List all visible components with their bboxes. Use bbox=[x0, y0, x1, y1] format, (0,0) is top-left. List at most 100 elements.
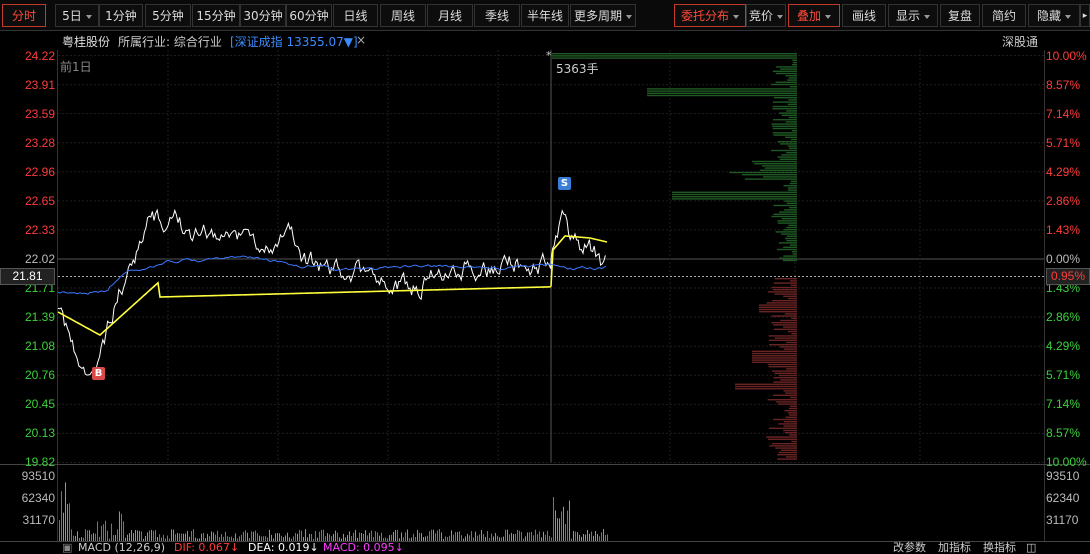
index-overlay-label[interactable]: [深证成指 13355.07▼] bbox=[230, 33, 358, 50]
tab-1min[interactable]: 1分钟 bbox=[99, 4, 143, 27]
volume-bar bbox=[401, 532, 402, 541]
window-control-icon[interactable]: ◫ bbox=[1026, 542, 1036, 554]
tab-quarterly[interactable]: 季线 bbox=[474, 4, 520, 27]
auction-button[interactable]: 竞价 bbox=[746, 4, 786, 27]
volume-bar bbox=[431, 529, 432, 541]
scroll-right-icon[interactable]: ▸ bbox=[1080, 4, 1090, 27]
volume-bar bbox=[191, 530, 192, 541]
tab-5day[interactable]: 5日 bbox=[55, 4, 99, 27]
bid-bar bbox=[768, 339, 797, 341]
volume-bar bbox=[545, 534, 546, 541]
ask-bar bbox=[786, 235, 797, 237]
tab-30min[interactable]: 30分钟 bbox=[240, 4, 286, 27]
tab-daily[interactable]: 日线 bbox=[333, 4, 378, 27]
pct-axis-label: 4.29% bbox=[1046, 339, 1081, 354]
edit-params-button[interactable]: 改参数 bbox=[893, 542, 926, 554]
display-button[interactable]: 显示 bbox=[888, 4, 938, 27]
ask-bar bbox=[771, 215, 797, 218]
volume-bar bbox=[91, 534, 92, 541]
bid-bar bbox=[786, 368, 797, 370]
price-axis-label: 23.59 bbox=[24, 106, 55, 121]
bid-bar bbox=[784, 410, 797, 412]
volume-bar bbox=[133, 533, 134, 541]
tab-15min[interactable]: 15分钟 bbox=[192, 4, 240, 27]
bid-bar bbox=[768, 335, 797, 337]
volume-bar bbox=[547, 530, 548, 541]
ask-bar bbox=[786, 110, 797, 112]
volume-bar bbox=[537, 534, 538, 541]
close-icon[interactable]: × bbox=[356, 33, 366, 47]
bid-bar bbox=[784, 432, 797, 434]
ask-bar bbox=[783, 255, 797, 257]
volume-bar bbox=[419, 532, 420, 541]
volume-bar bbox=[407, 529, 408, 541]
pct-axis-label: 5.71% bbox=[1046, 135, 1081, 150]
board-label[interactable]: 深股通 bbox=[1002, 33, 1038, 50]
volume-bar bbox=[141, 531, 142, 541]
volume-bar bbox=[485, 536, 486, 541]
tab-more-periods[interactable]: 更多周期 bbox=[570, 4, 636, 27]
bid-bar bbox=[787, 412, 797, 414]
draw-line-button[interactable]: 画线 bbox=[842, 4, 886, 27]
bid-bar bbox=[773, 394, 797, 396]
ask-bar bbox=[777, 248, 797, 251]
tab-5min[interactable]: 5分钟 bbox=[145, 4, 191, 27]
ask-bar bbox=[777, 156, 797, 158]
hide-label: 隐藏 bbox=[1036, 9, 1061, 23]
ask-bar bbox=[771, 123, 797, 125]
ask-bar bbox=[786, 152, 797, 154]
price-axis-label: 21.08 bbox=[24, 339, 55, 354]
volume-bar bbox=[469, 535, 470, 541]
bid-bar bbox=[771, 315, 797, 317]
volume-bar bbox=[179, 533, 180, 541]
sell-marker[interactable]: S bbox=[558, 177, 571, 190]
tab-60min[interactable]: 60分钟 bbox=[286, 4, 332, 27]
volume-bar bbox=[381, 532, 382, 541]
macd-title[interactable]: MACD (12,26,9) bbox=[78, 542, 165, 554]
tab-weekly[interactable]: 周线 bbox=[380, 4, 426, 27]
volume-bar bbox=[107, 530, 108, 541]
ask-bar bbox=[781, 114, 797, 116]
volume-bar bbox=[553, 497, 554, 541]
volume-bar bbox=[467, 533, 468, 541]
volume-bar bbox=[561, 511, 562, 541]
volume-bar bbox=[583, 533, 584, 541]
bid-bar bbox=[786, 341, 797, 344]
overlay-button[interactable]: 叠加 bbox=[788, 4, 840, 27]
dif-value: DIF: 0.067↓ bbox=[174, 541, 240, 554]
bid-bar bbox=[778, 451, 797, 454]
volume-bar bbox=[75, 535, 76, 541]
volume-bar bbox=[153, 530, 154, 541]
ask-bar bbox=[772, 70, 797, 72]
hide-button[interactable]: 隐藏 bbox=[1028, 4, 1080, 27]
ask-bar bbox=[552, 57, 797, 59]
buy-marker[interactable]: B bbox=[92, 367, 105, 380]
volume-bar bbox=[235, 533, 236, 541]
ask-bar bbox=[552, 55, 797, 57]
tab-intraday[interactable]: 分时 bbox=[2, 4, 46, 27]
ask-bar bbox=[776, 66, 797, 68]
volume-bar bbox=[443, 538, 444, 541]
simple-button[interactable]: 简约 bbox=[982, 4, 1026, 27]
volume-bar bbox=[557, 518, 558, 541]
ask-bar bbox=[777, 222, 797, 224]
switch-indicator-button[interactable]: 换指标 bbox=[983, 542, 1016, 554]
tab-halfyear[interactable]: 半年线 bbox=[521, 4, 569, 27]
intraday-chart[interactable]: * bbox=[0, 50, 1090, 542]
volume-bar bbox=[483, 534, 484, 541]
ask-bar bbox=[773, 204, 797, 207]
industry-label[interactable]: 所属行业: 综合行业 bbox=[118, 33, 222, 50]
bid-bar bbox=[774, 293, 797, 295]
ask-bar bbox=[772, 105, 797, 108]
volume-bar bbox=[573, 530, 574, 541]
tab-monthly[interactable]: 月线 bbox=[427, 4, 473, 27]
volume-bar bbox=[503, 536, 504, 541]
ask-bar bbox=[785, 136, 797, 138]
volume-bar bbox=[439, 529, 440, 541]
add-indicator-button[interactable]: 加指标 bbox=[938, 542, 971, 554]
volume-bar bbox=[527, 532, 528, 541]
replay-button[interactable]: 复盘 bbox=[940, 4, 980, 27]
order-distribution-button[interactable]: 委托分布 bbox=[674, 4, 746, 27]
volume-bar bbox=[89, 530, 90, 541]
lock-icon[interactable]: ▣ bbox=[62, 542, 72, 554]
